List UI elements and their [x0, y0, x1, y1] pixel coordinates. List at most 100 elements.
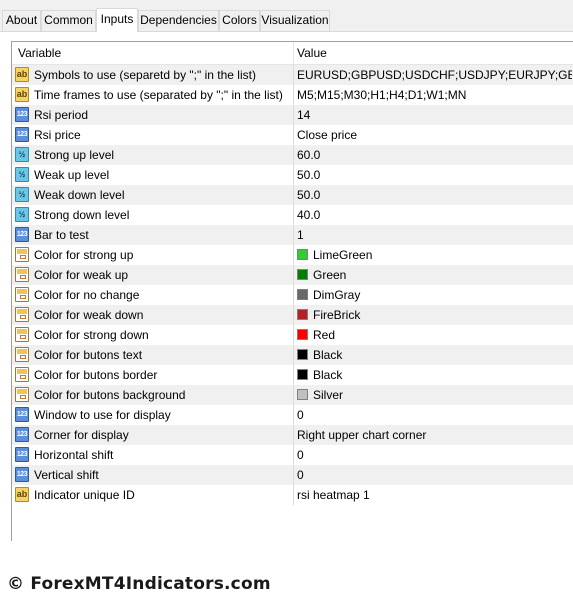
color-swatch[interactable]: [297, 329, 308, 340]
ab-text-icon: ab: [15, 87, 29, 102]
row-value-field[interactable]: Red: [313, 325, 572, 345]
header-variable[interactable]: Variable: [18, 42, 61, 64]
tab-colors[interactable]: Colors: [219, 10, 260, 31]
table-row[interactable]: 123 Bar to test 1: [12, 225, 573, 245]
table-row[interactable]: 123 Rsi price Close price: [12, 125, 573, 145]
color-icon: [15, 347, 29, 362]
integer-123-icon: 123: [15, 127, 29, 142]
row-value-field[interactable]: LimeGreen: [313, 245, 572, 265]
integer-123-icon: 123: [15, 427, 29, 442]
table-row[interactable]: Color for no change DimGray: [12, 285, 573, 305]
row-variable-label: Rsi price: [34, 128, 81, 142]
column-divider: [293, 125, 294, 145]
color-swatch[interactable]: [297, 289, 308, 300]
table-header: Variable Value: [12, 42, 573, 65]
row-value-field[interactable]: 0: [297, 405, 572, 425]
row-value-field[interactable]: EURUSD;GBPUSD;USDCHF;USDJPY;EURJPY;GBPJ.…: [297, 65, 572, 85]
table-row[interactable]: Color for strong up LimeGreen: [12, 245, 573, 265]
row-value-field[interactable]: 0: [297, 445, 572, 465]
table-row[interactable]: ½ Weak up level 50.0: [12, 165, 573, 185]
color-swatch[interactable]: [297, 389, 308, 400]
row-value-field[interactable]: DimGray: [313, 285, 572, 305]
tab-visualization[interactable]: Visualization: [260, 10, 330, 31]
column-divider: [293, 85, 294, 105]
table-row[interactable]: 123 Vertical shift 0: [12, 465, 573, 485]
header-divider[interactable]: [293, 42, 294, 64]
table-row[interactable]: Color for butons text Black: [12, 345, 573, 365]
ab-text-icon: ab: [15, 487, 29, 502]
column-divider: [293, 325, 294, 345]
row-value-field[interactable]: Black: [313, 345, 572, 365]
row-value-field[interactable]: Close price: [297, 125, 572, 145]
row-value-field[interactable]: Black: [313, 365, 572, 385]
row-value-field[interactable]: 50.0: [297, 185, 572, 205]
integer-123-icon: 123: [15, 467, 29, 482]
column-divider: [293, 365, 294, 385]
table-row[interactable]: ½ Strong up level 60.0: [12, 145, 573, 165]
row-value-field[interactable]: 60.0: [297, 145, 572, 165]
row-value-field[interactable]: 1: [297, 225, 572, 245]
column-divider: [293, 465, 294, 485]
column-divider: [293, 425, 294, 445]
column-divider: [293, 225, 294, 245]
table-row[interactable]: 123 Window to use for display 0: [12, 405, 573, 425]
table-row[interactable]: Color for strong down Red: [12, 325, 573, 345]
row-value-field[interactable]: Right upper chart corner: [297, 425, 572, 445]
row-value-field[interactable]: rsi heatmap 1: [297, 485, 572, 505]
table-row[interactable]: ½ Weak down level 50.0: [12, 185, 573, 205]
table-row[interactable]: Color for weak down FireBrick: [12, 305, 573, 325]
row-variable-label: Color for no change: [34, 288, 140, 302]
table-row[interactable]: ab Indicator unique ID rsi heatmap 1: [12, 485, 573, 505]
inputs-table: Variable Value ab Symbols to use (separet…: [11, 41, 573, 541]
integer-123-icon: 123: [15, 407, 29, 422]
table-row[interactable]: 123 Rsi period 14: [12, 105, 573, 125]
row-value-field[interactable]: 50.0: [297, 165, 572, 185]
row-variable-label: Bar to test: [34, 228, 89, 242]
row-variable-label: Color for weak up: [34, 268, 129, 282]
row-value-field[interactable]: Green: [313, 265, 572, 285]
row-value-field[interactable]: 0: [297, 465, 572, 485]
column-divider: [293, 185, 294, 205]
color-swatch[interactable]: [297, 309, 308, 320]
row-value-field[interactable]: FireBrick: [313, 305, 572, 325]
row-variable-label: Rsi period: [34, 108, 89, 122]
column-divider: [293, 245, 294, 265]
table-row[interactable]: 123 Horizontal shift 0: [12, 445, 573, 465]
column-divider: [293, 305, 294, 325]
column-divider: [293, 405, 294, 425]
column-divider: [293, 485, 294, 505]
table-row[interactable]: ab Time frames to use (separated by ";" i…: [12, 85, 573, 105]
column-divider: [293, 165, 294, 185]
table-row[interactable]: ½ Strong down level 40.0: [12, 205, 573, 225]
row-value-field[interactable]: 14: [297, 105, 572, 125]
row-variable-label: Strong down level: [34, 208, 130, 222]
row-variable-label: Indicator unique ID: [34, 488, 135, 502]
table-row[interactable]: ab Symbols to use (separetd by ";" in the…: [12, 65, 573, 85]
tab-common[interactable]: Common: [41, 10, 96, 31]
row-variable-label: Window to use for display: [34, 408, 171, 422]
double-half-icon: ½: [15, 187, 29, 202]
tab-dependencies[interactable]: Dependencies: [138, 10, 219, 31]
table-row[interactable]: Color for weak up Green: [12, 265, 573, 285]
column-divider: [293, 445, 294, 465]
integer-123-icon: 123: [15, 107, 29, 122]
table-row[interactable]: Color for butons border Black: [12, 365, 573, 385]
color-swatch[interactable]: [297, 269, 308, 280]
column-divider: [293, 285, 294, 305]
row-variable-label: Weak up level: [34, 168, 110, 182]
row-variable-label: Color for strong down: [34, 328, 149, 342]
row-value-field[interactable]: M5;M15;M30;H1;H4;D1;W1;MN: [297, 85, 572, 105]
table-row[interactable]: Color for butons background Silver: [12, 385, 573, 405]
color-swatch[interactable]: [297, 249, 308, 260]
row-value-field[interactable]: 40.0: [297, 205, 572, 225]
row-value-field[interactable]: Silver: [313, 385, 572, 405]
color-swatch[interactable]: [297, 349, 308, 360]
header-value[interactable]: Value: [297, 42, 327, 64]
tab-inputs[interactable]: Inputs: [96, 8, 138, 32]
table-row[interactable]: 123 Corner for display Right upper chart c…: [12, 425, 573, 445]
color-swatch[interactable]: [297, 369, 308, 380]
color-icon: [15, 267, 29, 282]
row-variable-label: Color for butons border: [34, 368, 158, 382]
double-half-icon: ½: [15, 207, 29, 222]
tab-about[interactable]: About: [2, 10, 41, 31]
